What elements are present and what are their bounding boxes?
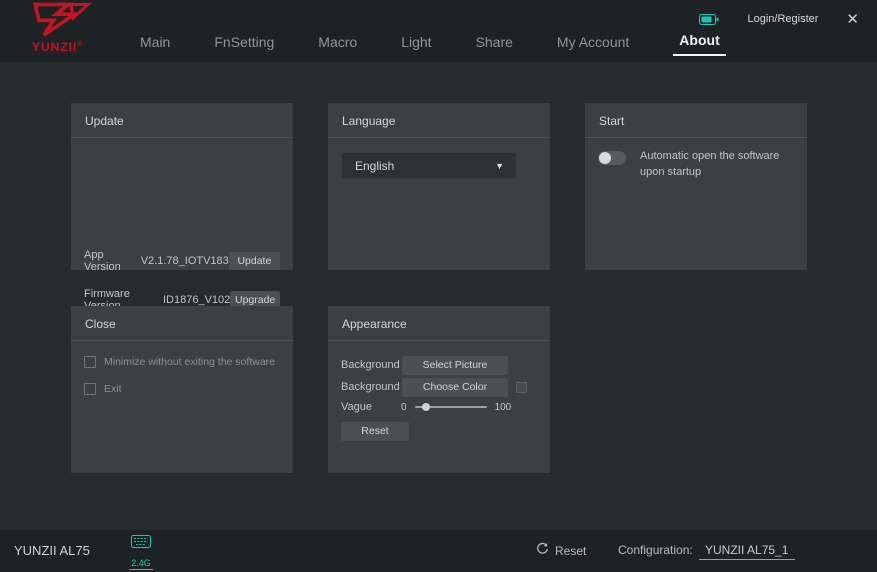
select-picture-button[interactable]: Select Picture	[402, 356, 508, 375]
app-version-value: V2.1.78_IOTV183	[141, 255, 229, 267]
battery-icon	[699, 14, 719, 25]
vague-slider-row: Vague 0 100	[341, 401, 537, 413]
appearance-panel-title: Appearance	[328, 306, 550, 341]
exit-option-label: Exit	[104, 383, 122, 395]
appearance-reset-row: Reset	[341, 422, 537, 441]
toggle-knob	[599, 152, 611, 164]
vague-slider[interactable]	[415, 406, 487, 408]
nav-item-my-account[interactable]: My Account	[557, 34, 629, 56]
footer-reset-label: Reset	[555, 544, 586, 558]
login-register-link[interactable]: Login/Register	[747, 13, 818, 25]
appearance-panel: Appearance Background Select Picture Bac…	[328, 306, 550, 473]
exit-option-row: Exit	[84, 383, 280, 395]
exit-checkbox[interactable]	[84, 383, 96, 395]
reset-icon	[536, 542, 549, 560]
nav-item-about[interactable]: About	[673, 32, 725, 56]
close-icon[interactable]: ✕	[846, 10, 859, 28]
slider-min-label: 0	[401, 402, 407, 413]
minimize-option-row: Minimize without exiting the software	[84, 356, 280, 368]
device-name: YUNZII AL75	[14, 543, 90, 558]
configuration-value-field[interactable]: YUNZII AL75_1	[699, 543, 795, 560]
vague-slider-knob[interactable]	[422, 403, 430, 411]
slider-max-label: 100	[495, 402, 512, 413]
app-window: YUNZII® Main FnSetting Macro Light Share…	[0, 0, 877, 572]
firmware-version-value: ID1876_V102	[163, 294, 230, 306]
language-dropdown[interactable]: English ▼	[342, 153, 516, 178]
keyboard-icon	[131, 535, 151, 552]
top-right-controls: Login/Register ✕	[699, 10, 859, 28]
nav-item-fnsetting[interactable]: FnSetting	[214, 34, 274, 56]
minimize-checkbox[interactable]	[84, 356, 96, 368]
vague-label: Vague	[341, 401, 401, 413]
app-version-row: App Version V2.1.78_IOTV183 Update	[84, 249, 280, 273]
background-color-label: Background	[341, 381, 401, 393]
main-nav: Main FnSetting Macro Light Share My Acco…	[140, 32, 726, 56]
autostart-row: Automatic open the software upon startup	[598, 149, 794, 181]
nav-item-light[interactable]: Light	[401, 34, 431, 56]
start-panel: Start Automatic open the software upon s…	[585, 103, 807, 270]
configuration-label: Configuration:	[618, 543, 693, 557]
connection-mode-label: 2.4G	[129, 558, 153, 570]
update-panel-title: Update	[71, 103, 293, 138]
minimize-option-label: Minimize without exiting the software	[104, 356, 275, 368]
configuration-group: Configuration: YUNZII AL75_1	[618, 543, 795, 560]
language-panel: Language English ▼	[328, 103, 550, 270]
choose-color-button[interactable]: Choose Color	[402, 378, 508, 397]
background-color-row: Background Choose Color	[341, 378, 537, 397]
connection-status: 2.4G	[121, 535, 161, 571]
nav-item-macro[interactable]: Macro	[318, 34, 357, 56]
app-version-label: App Version	[84, 249, 141, 273]
close-panel: Close Minimize without exiting the softw…	[71, 306, 293, 473]
chevron-down-icon: ▼	[495, 161, 516, 171]
update-button[interactable]: Update	[229, 252, 280, 271]
background-picture-row: Background Select Picture	[341, 356, 537, 375]
brand-name: YUNZII®	[32, 40, 84, 54]
nav-item-share[interactable]: Share	[476, 34, 513, 56]
update-panel: Update App Version V2.1.78_IOTV183 Updat…	[71, 103, 293, 270]
brand-logo: YUNZII®	[30, 2, 100, 60]
nav-item-main[interactable]: Main	[140, 34, 170, 56]
autostart-label: Automatic open the software upon startup	[640, 149, 794, 181]
background-picture-label: Background	[341, 359, 401, 371]
start-panel-title: Start	[585, 103, 807, 138]
appearance-reset-button[interactable]: Reset	[341, 422, 409, 441]
language-panel-title: Language	[328, 103, 550, 138]
color-swatch[interactable]	[516, 382, 527, 393]
top-bar: YUNZII® Main FnSetting Macro Light Share…	[0, 0, 877, 62]
close-panel-title: Close	[71, 306, 293, 341]
autostart-toggle[interactable]	[598, 151, 626, 165]
brand-logo-icon	[30, 2, 100, 40]
footer-reset-button[interactable]: Reset	[536, 542, 586, 560]
bottom-bar: YUNZII AL75 2.4G Reset Configuration: YU	[0, 530, 877, 572]
language-selected-value: English	[342, 159, 495, 173]
